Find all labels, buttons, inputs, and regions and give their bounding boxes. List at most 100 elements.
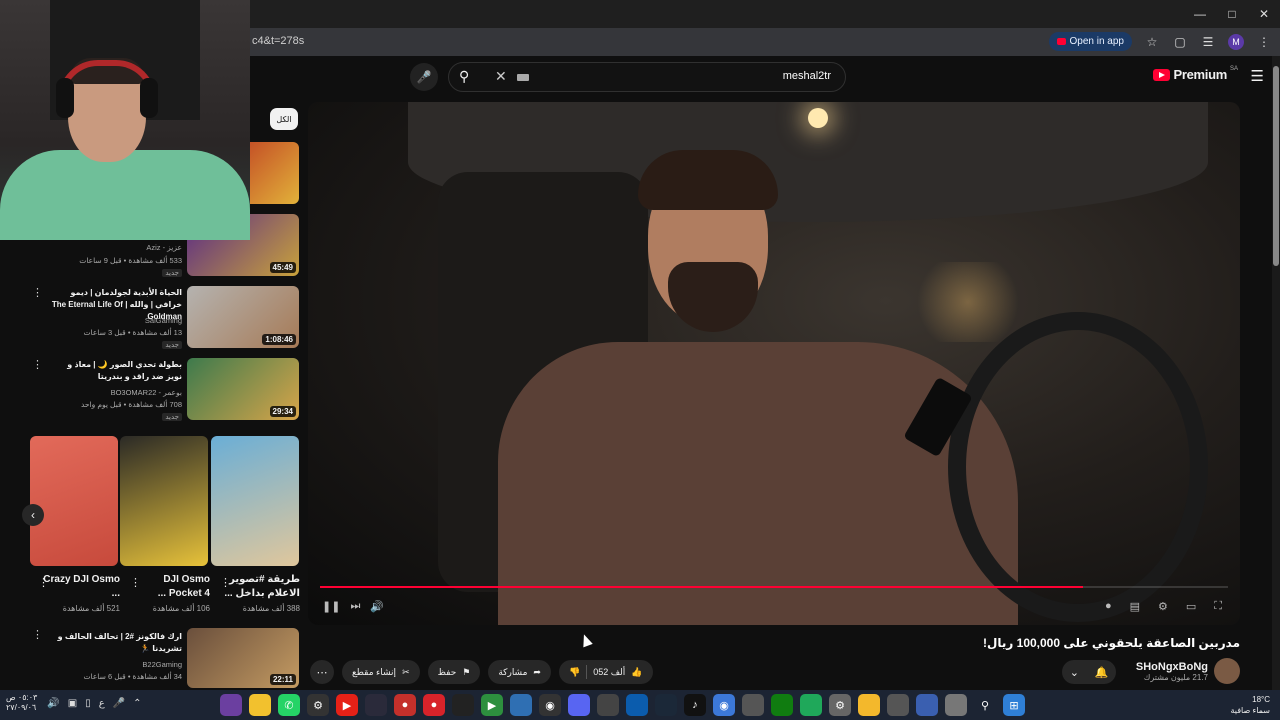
tray-clock[interactable]: ٠٥:٠٣ ص ٢٧/٠٩/٠٦ [6,693,37,713]
voice-search-button[interactable]: 🎤 [410,63,438,91]
whatsapp-icon[interactable]: ✆ [278,694,300,716]
short-title[interactable]: DJI Osmo Pocket 4 ... [130,573,210,601]
short-thumbnail[interactable] [211,436,299,566]
media-control-icon[interactable]: ☰ [1200,35,1216,49]
list-item[interactable]: ⋮ 29:34 بطولة تحدي الصور 🌙 | معاذ و نويز… [0,358,300,424]
video-frame-light [808,108,828,128]
browser-menu-icon[interactable]: ⋮ [1256,35,1272,49]
subscribed-button[interactable]: ⌄ 🔔 [1062,660,1116,684]
recorder-app-icon[interactable]: ● [394,694,416,716]
search-icon[interactable]: ⚲ [974,694,996,716]
clip-button[interactable]: إنشاء مقطع ✂ [342,660,420,684]
channel-avatar[interactable] [1214,658,1240,684]
task-view-icon[interactable] [945,694,967,716]
subtitles-icon[interactable]: ▤ [1130,600,1140,613]
url-text[interactable]: c4&t=278s [252,35,304,47]
dislike-icon[interactable]: 👎 [569,667,580,678]
youtube-premium-logo[interactable]: Premium SA [1153,66,1238,82]
app-icon[interactable] [887,694,909,716]
xbox-icon[interactable] [771,694,793,716]
file-explorer-icon[interactable] [858,694,880,716]
page-scrollbar[interactable] [1272,56,1280,690]
more-options-icon[interactable]: ⋮ [32,358,43,371]
obs-icon[interactable]: ◉ [539,694,561,716]
volume-icon[interactable]: 🔊 [370,600,384,613]
language-indicator[interactable]: ع [99,698,105,709]
next-icon[interactable]: ⏭ [350,600,360,613]
editor-app-icon[interactable] [365,694,387,716]
network-icon[interactable]: ▣ [68,698,77,709]
autoplay-icon[interactable]: ● [1105,600,1112,613]
settings-gear-icon[interactable]: ⚙ [829,694,851,716]
photos-icon[interactable] [510,694,532,716]
share-button[interactable]: مشاركة ➦ [488,660,551,684]
channel-name[interactable]: SalGaming [22,315,182,326]
settings-gear-icon[interactable]: ⚙ [1158,600,1168,613]
battery-icon[interactable]: ▯ [85,698,91,709]
discord-icon[interactable] [568,694,590,716]
bookmark-star-icon[interactable]: ☆ [1144,35,1160,49]
chrome-icon[interactable]: ◉ [713,694,735,716]
short-title[interactable]: Crazy DJI Osmo ... [40,573,120,601]
shorts-previous-button[interactable]: ‹ [22,504,44,526]
search-box[interactable]: ⚲ ✕ meshal2tr [448,62,846,92]
weather-widget[interactable]: 18°C سماء صافية [1230,694,1270,716]
short-thumbnail[interactable] [120,436,208,566]
video-title[interactable]: بطولة تحدي الصور 🌙 | معاذ و نويز ضد راقد… [50,359,182,383]
tiktok-icon[interactable]: ♪ [684,694,706,716]
extensions-icon[interactable]: ▢ [1172,35,1188,49]
calculator-icon[interactable] [742,694,764,716]
app-icon[interactable] [916,694,938,716]
channel-name[interactable]: بوعمر - BO3OMAR22 [22,387,182,398]
keyboard-icon[interactable] [517,74,529,81]
whiteboard-icon[interactable] [626,694,648,716]
short-title[interactable]: طريقة #تصوير الاعلام بداخل ... [220,573,300,601]
theater-mode-icon[interactable]: ▭ [1186,600,1196,613]
like-icon[interactable]: 👍 [631,667,642,678]
pause-icon[interactable]: ❚❚ [322,600,340,613]
progress-bar[interactable] [320,586,1228,588]
game-app-icon[interactable] [800,694,822,716]
short-thumbnail[interactable] [30,436,118,566]
app-icon[interactable] [220,694,242,716]
fullscreen-icon[interactable]: ⛶ [1214,600,1222,613]
scrollbar-thumb[interactable] [1273,66,1279,266]
more-actions-button[interactable]: ⋯ [310,660,334,684]
open-in-app-button[interactable]: Open in app [1048,32,1132,51]
media-app-icon[interactable]: ● [423,694,445,716]
clear-search-icon[interactable]: ✕ [495,68,507,85]
microphone-icon[interactable]: 🎤 [113,698,125,709]
video-title[interactable]: ارك فالكونز #2 | تحالف الحالف و تشريدنا … [50,631,182,655]
windows-start-icon[interactable]: ⊞ [1003,694,1025,716]
more-options-icon[interactable]: ⋮ [32,628,43,641]
settings-icon[interactable]: ⚙ [307,694,329,716]
save-button[interactable]: حفظ ⚑ [427,660,481,684]
channel-name[interactable]: B22Gaming [22,659,182,670]
video-player[interactable]: ❚❚ ⏭ 🔊 ● ▤ ⚙ ▭ ⛶ [308,102,1240,625]
youtube-app-icon[interactable]: ▶ [336,694,358,716]
video-thumbnail[interactable]: 1:08:46 [187,286,299,348]
channel-name[interactable]: SHoNgxBoNg [1136,661,1208,673]
list-item[interactable]: ⋮ 22:11 ارك فالكونز #2 | تحالف الحالف و … [0,628,300,694]
like-dislike-group: 👎 052 ألف 👍 [558,660,653,684]
filter-chip-all[interactable]: الكل [270,108,298,130]
list-item[interactable]: ⋮ 1:08:46 الحياة الأبدية لجولدمان | ديمو… [0,286,300,352]
steam-icon[interactable] [655,694,677,716]
guide-menu-icon[interactable]: ☰ [1251,67,1264,85]
notes-app-icon[interactable] [249,694,271,716]
more-options-icon[interactable]: ⋮ [32,286,43,299]
volume-icon[interactable]: 🔊 [47,698,59,709]
channel-name[interactable]: عزيز - Aziz [22,242,182,253]
video-thumbnail[interactable]: 29:34 [187,358,299,420]
capcut-icon[interactable] [452,694,474,716]
maximize-icon[interactable]: □ [1216,0,1248,28]
minimize-icon[interactable]: — [1184,0,1216,28]
play-app-icon[interactable]: ▶ [481,694,503,716]
search-icon[interactable]: ⚲ [459,68,469,85]
camera-app-icon[interactable] [597,694,619,716]
close-icon[interactable]: ✕ [1248,0,1280,28]
chevron-up-icon[interactable]: ⌃ [133,698,141,709]
search-input[interactable]: meshal2tr [783,70,831,82]
profile-avatar[interactable]: M [1228,33,1244,50]
video-thumbnail[interactable]: 22:11 [187,628,299,688]
